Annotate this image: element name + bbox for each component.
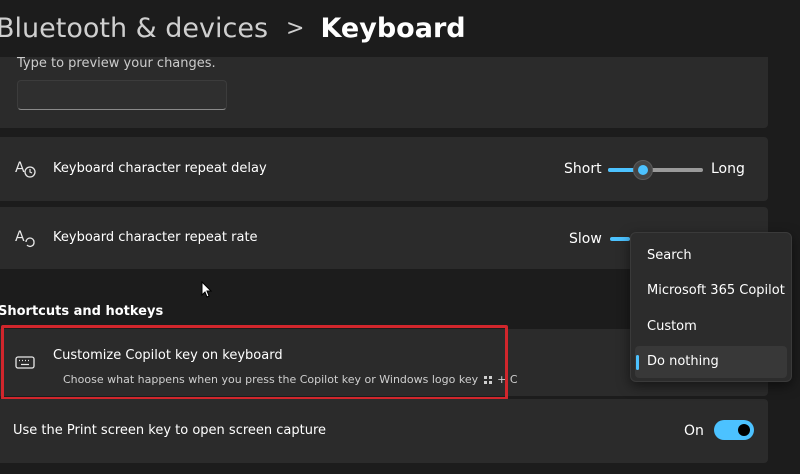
print-screen-toggle[interactable] — [714, 420, 754, 440]
svg-text:A: A — [15, 160, 25, 176]
breadcrumb-parent[interactable]: Bluetooth & devices — [0, 13, 268, 44]
slider-long-label: Long — [711, 161, 745, 177]
slider-short-label: Short — [564, 161, 602, 177]
annotation-highlight-box — [1, 325, 508, 400]
keyboard-rate-icon: A — [15, 227, 37, 249]
dropdown-option-do-nothing-label: Do nothing — [647, 354, 719, 369]
repeat-delay-label: Keyboard character repeat delay — [53, 161, 267, 176]
print-screen-label: Use the Print screen key to open screen … — [13, 423, 327, 438]
dropdown-option-do-nothing[interactable]: Do nothing — [635, 346, 787, 378]
settings-window: Bluetooth & devices > Keyboard Type to p… — [0, 0, 800, 474]
preview-input[interactable] — [17, 80, 227, 110]
toggle-state-label: On — [684, 423, 704, 439]
copilot-key-dropdown: Search Microsoft 365 Copilot Custom Do n… — [630, 232, 792, 382]
svg-text:A: A — [15, 229, 25, 245]
dropdown-option-microsoft-365-copilot[interactable]: Microsoft 365 Copilot — [635, 275, 787, 307]
breadcrumb: Bluetooth & devices > Keyboard — [0, 8, 466, 48]
page-title: Keyboard — [320, 12, 466, 44]
preview-hint: Type to preview your changes. — [17, 56, 216, 71]
chevron-right-icon: > — [286, 15, 305, 41]
repeat-delay-slider-thumb[interactable] — [633, 160, 654, 180]
mouse-cursor-icon — [201, 281, 213, 298]
selected-indicator — [636, 355, 639, 370]
slider-slow-label: Slow — [569, 231, 602, 247]
repeat-rate-label: Keyboard character repeat rate — [53, 230, 258, 245]
repeat-delay-row: A Keyboard character repeat delay Short … — [0, 137, 768, 201]
toggle-knob — [738, 424, 750, 436]
dropdown-option-search[interactable]: Search — [635, 240, 787, 272]
dropdown-option-custom[interactable]: Custom — [635, 311, 787, 343]
print-screen-row: Use the Print screen key to open screen … — [0, 399, 768, 463]
repeat-rate-slider-fill[interactable] — [610, 237, 630, 241]
keyboard-delay-icon: A — [15, 158, 37, 180]
section-heading: Shortcuts and hotkeys — [0, 304, 164, 319]
